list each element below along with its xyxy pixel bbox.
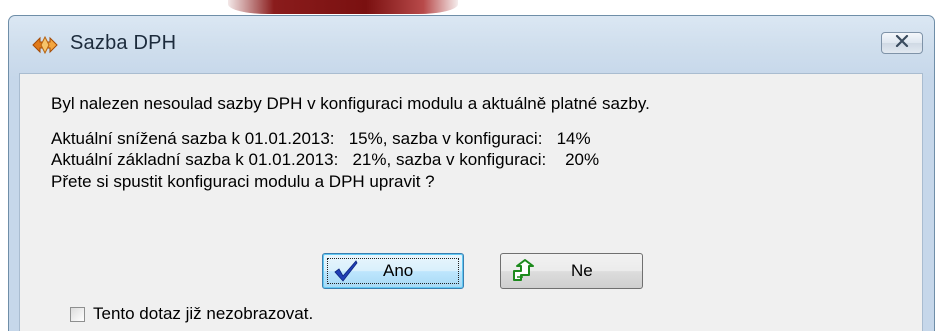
dont-show-again-checkbox[interactable] bbox=[70, 306, 85, 322]
yes-button-label: Ano bbox=[383, 261, 414, 280]
close-icon bbox=[895, 34, 909, 52]
screen: Sazba DPH Byl nalezen nesoulad sazby DPH… bbox=[0, 0, 943, 331]
dialog-body: Byl nalezen nesoulad sazby DPH v konfigu… bbox=[19, 73, 923, 331]
dont-show-again-label[interactable]: Tento dotaz již nezobrazovat. bbox=[93, 304, 313, 324]
no-button-label: Ne bbox=[571, 261, 593, 280]
message-line-4: Přete si spustit konfiguraci modulu a DP… bbox=[51, 172, 435, 191]
app-arrows-icon bbox=[31, 34, 59, 56]
background-window-edge bbox=[228, 0, 458, 14]
dialog-window: Sazba DPH Byl nalezen nesoulad sazby DPH… bbox=[8, 15, 935, 331]
dont-show-again-row[interactable]: Tento dotaz již nezobrazovat. bbox=[70, 304, 313, 324]
message-line-3: Aktuální základní sazba k 01.01.2013: 21… bbox=[51, 150, 600, 169]
title-bar[interactable]: Sazba DPH bbox=[9, 16, 934, 73]
no-button[interactable]: Ne bbox=[500, 253, 643, 289]
dialog-title: Sazba DPH bbox=[70, 32, 177, 54]
message-line-2: Aktuální snížená sazba k 01.01.2013: 15%… bbox=[51, 129, 591, 148]
yes-button[interactable]: Ano bbox=[322, 253, 464, 289]
close-button[interactable] bbox=[881, 32, 923, 54]
checkmark-icon bbox=[333, 259, 359, 283]
message-line-1: Byl nalezen nesoulad sazby DPH v konfigu… bbox=[51, 94, 650, 113]
green-arrow-icon bbox=[511, 259, 537, 283]
